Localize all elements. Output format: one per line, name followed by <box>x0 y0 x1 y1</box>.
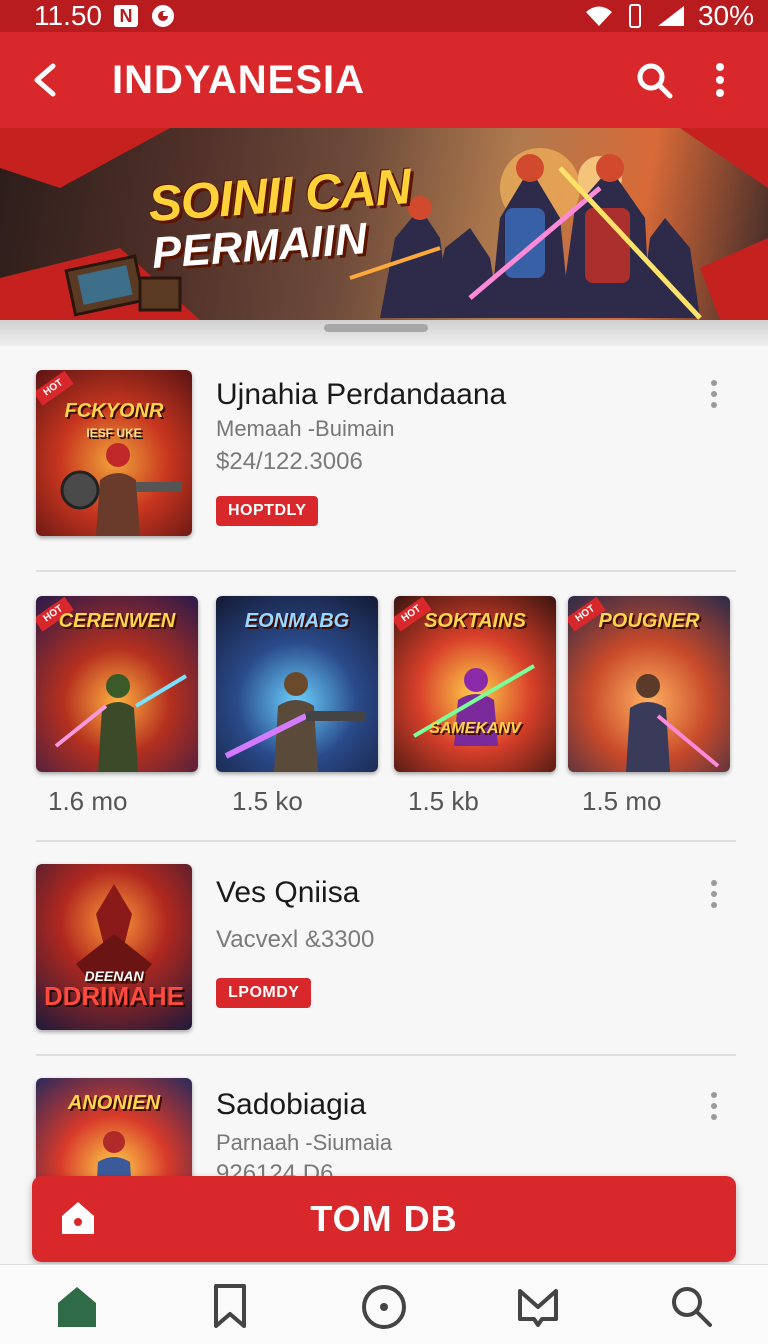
item-title: Sadobiagia <box>216 1088 367 1121</box>
item-price: $24/122.3006 <box>216 448 363 475</box>
grid-card-2[interactable]: EONMABG <box>216 596 378 772</box>
app-bar: INDYANESIA <box>0 32 768 128</box>
item-price: Vacvexl &3300 <box>216 926 375 953</box>
content-list: HOT FCKYONR IESF UKE Ujnahia Perdandaana… <box>0 346 768 1264</box>
grid-label-2: 1.5 ko <box>232 786 303 816</box>
grid-card-art <box>224 672 366 772</box>
divider <box>36 570 736 572</box>
circle-icon <box>361 1285 406 1329</box>
nav-center[interactable] <box>339 1283 429 1344</box>
dot <box>711 902 717 908</box>
dot <box>711 391 717 397</box>
nav-bookmark[interactable] <box>185 1283 275 1344</box>
wifi-icon <box>584 4 614 28</box>
bottom-navigation <box>0 1264 768 1344</box>
mail-icon <box>517 1289 558 1327</box>
dot <box>711 891 717 897</box>
status-right: 30% <box>584 0 754 32</box>
nav-mail[interactable] <box>493 1283 583 1344</box>
status-time: 11.50 <box>34 0 102 31</box>
sheet-divider <box>0 320 768 346</box>
grid-label-4: 1.5 mo <box>582 786 662 816</box>
item-more-button[interactable] <box>702 874 726 914</box>
search-icon <box>672 1287 713 1327</box>
search-button[interactable] <box>630 56 678 104</box>
item-more-button[interactable] <box>702 1086 726 1126</box>
grid-card-art <box>412 664 536 746</box>
list-item[interactable]: DEENAN DDRIMAHE Ves Qniisa Vacvexl &3300… <box>36 864 736 1034</box>
item-badge[interactable]: HOPTDLY <box>216 496 319 526</box>
dot <box>711 1092 717 1098</box>
nav-search[interactable] <box>646 1283 736 1344</box>
primary-action-label: TOM DB <box>310 1198 458 1239</box>
back-button[interactable] <box>24 60 64 100</box>
grid-card-4[interactable]: HOT POUGNER <box>568 596 730 772</box>
dot <box>711 380 717 386</box>
thumb-art <box>60 443 182 536</box>
game-thumbnail: HOT FCKYONR IESF UKE <box>36 370 192 536</box>
grid-card-art <box>626 674 720 772</box>
item-subtitle: Parnaah -Siumaia <box>216 1130 393 1155</box>
item-badge[interactable]: LPOMDY <box>216 978 312 1008</box>
back-arrow-icon <box>34 63 56 97</box>
dot <box>711 1114 717 1120</box>
promo-banner[interactable]: SOINII CAN PERMAIIN <box>0 128 768 320</box>
thumb-subtitle: DDRIMAHE <box>43 981 185 1011</box>
item-title: Ujnahia Perdandaana <box>216 378 507 411</box>
nav-home[interactable] <box>32 1283 122 1344</box>
banner-headline: SOINII CAN PERMAIIN <box>147 158 416 279</box>
overflow-menu-button[interactable] <box>696 56 744 104</box>
primary-action-button[interactable]: TOM DB <box>32 1176 736 1262</box>
grid-label-1: 1.6 mo <box>48 786 128 816</box>
more-vert-icon <box>716 63 724 97</box>
divider <box>36 1054 736 1056</box>
notification-n-icon: N <box>114 5 138 27</box>
list-item[interactable]: HOT FCKYONR IESF UKE Ujnahia Perdandaana… <box>36 370 736 560</box>
grid-card-3[interactable]: HOT SOKTAINS SAMEKANV <box>394 596 556 772</box>
status-bar: 11.50 N 30% <box>0 0 768 32</box>
home-icon <box>57 1287 96 1327</box>
search-icon <box>637 63 673 99</box>
dot <box>711 402 717 408</box>
item-more-button[interactable] <box>702 374 726 414</box>
dot <box>711 880 717 886</box>
drag-handle[interactable] <box>324 324 428 332</box>
grid-label-3: 1.5 kb <box>408 786 479 816</box>
bookmark-icon <box>214 1284 247 1328</box>
dot <box>711 1103 717 1109</box>
home-icon <box>62 1202 94 1234</box>
grid-card-1[interactable]: HOT CERENWEN <box>36 596 198 772</box>
status-left: 11.50 N <box>34 0 176 32</box>
battery-percent: 30% <box>697 0 754 31</box>
game-thumbnail: DEENAN DDRIMAHE <box>36 864 192 1030</box>
page-title: INDYANESIA <box>112 57 366 102</box>
vibrate-icon <box>626 3 644 29</box>
notification-app-icon <box>150 3 176 29</box>
grid-card-caption: SAMEKANV <box>429 720 521 737</box>
divider <box>36 840 736 842</box>
item-title: Ves Qniisa <box>216 876 360 909</box>
item-subtitle: Memaah -Buimain <box>216 416 395 441</box>
grid-card-art <box>54 674 188 772</box>
signal-icon <box>656 4 686 28</box>
